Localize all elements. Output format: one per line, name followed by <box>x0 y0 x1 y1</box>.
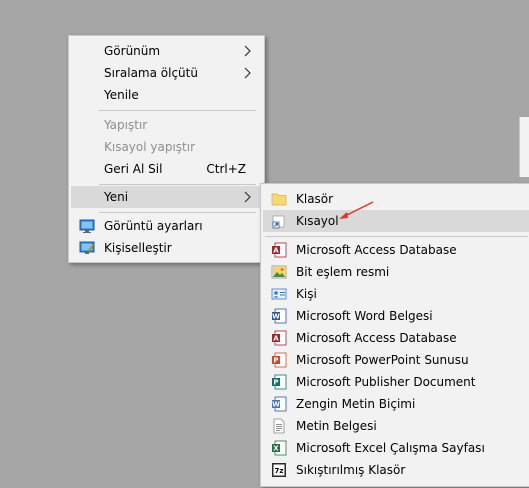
menu-item-personalize[interactable]: Kişiselleştir <box>71 237 262 259</box>
svg-text:X: X <box>273 445 279 453</box>
submenu-item-label: Bit eşlem resmi <box>296 265 390 279</box>
submenu-item-zip[interactable]: 7z Sıkıştırılmış Klasör <box>263 459 529 481</box>
svg-text:P: P <box>273 379 278 387</box>
menu-item-label: Kişiselleştir <box>104 241 172 255</box>
menu-item-undo-delete[interactable]: Geri Al Sil Ctrl+Z <box>71 158 262 180</box>
menu-item-display-settings[interactable]: Görüntü ayarları <box>71 215 262 237</box>
svg-text:A: A <box>273 335 279 343</box>
menu-item-label: Yenile <box>104 88 139 102</box>
chevron-right-icon <box>244 45 251 57</box>
chevron-right-icon <box>244 191 251 203</box>
submenu-item-access-2[interactable]: A Microsoft Access Database <box>263 327 529 349</box>
menu-item-new[interactable]: Yeni <box>71 186 262 208</box>
submenu-item-shortcut[interactable]: Kısayol <box>263 210 529 232</box>
publisher-icon: P <box>272 374 287 390</box>
svg-text:P: P <box>273 357 278 365</box>
menu-item-label: Sıralama ölçütü <box>104 66 198 80</box>
svg-text:7z: 7z <box>275 467 284 475</box>
submenu-item-label: Microsoft Access Database <box>296 331 457 345</box>
submenu-item-bitmap[interactable]: Bit eşlem resmi <box>263 261 529 283</box>
background-window-edge <box>519 117 529 177</box>
rtf-icon: W <box>272 396 287 412</box>
access-icon: A <box>272 330 287 346</box>
submenu-item-folder[interactable]: Klasör <box>263 188 529 210</box>
submenu-item-contact[interactable]: Kişi <box>263 283 529 305</box>
submenu-item-powerpoint[interactable]: P Microsoft PowerPoint Sunusu <box>263 349 529 371</box>
submenu-item-word[interactable]: W Microsoft Word Belgesi <box>263 305 529 327</box>
menu-item-paste[interactable]: Yapıştır <box>71 114 262 136</box>
svg-text:A: A <box>273 247 279 255</box>
menu-item-sort-by[interactable]: Sıralama ölçütü <box>71 62 262 84</box>
zip-folder-icon: 7z <box>272 463 286 477</box>
desktop-context-menu: Görünüm Sıralama ölçütü Yenile Yapıştır … <box>68 35 265 263</box>
menu-item-shortcut: Ctrl+Z <box>206 162 246 176</box>
menu-item-label: Görünüm <box>104 44 161 58</box>
chevron-right-icon <box>244 67 251 79</box>
bitmap-icon <box>271 265 287 279</box>
menu-item-paste-shortcut[interactable]: Kısayol yapıştır <box>71 136 262 158</box>
text-document-icon <box>273 418 285 434</box>
word-icon: W <box>272 308 287 324</box>
submenu-item-label: Klasör <box>296 192 334 206</box>
submenu-item-label: Microsoft Word Belgesi <box>296 309 433 323</box>
submenu-item-access[interactable]: A Microsoft Access Database <box>263 239 529 261</box>
submenu-item-text[interactable]: Metin Belgesi <box>263 415 529 437</box>
submenu-item-label: Zengin Metin Biçimi <box>296 397 416 411</box>
display-settings-icon <box>79 219 95 233</box>
submenu-item-label: Microsoft Publisher Document <box>296 375 476 389</box>
menu-item-label: Geri Al Sil <box>104 162 163 176</box>
submenu-item-label: Kişi <box>296 287 317 301</box>
submenu-item-label: Microsoft PowerPoint Sunusu <box>296 353 469 367</box>
menu-item-label: Kısayol yapıştır <box>104 140 196 154</box>
svg-text:W: W <box>272 313 280 321</box>
menu-item-label: Yapıştır <box>104 118 148 132</box>
submenu-item-label: Sıkıştırılmış Klasör <box>296 463 406 477</box>
shortcut-icon <box>272 215 285 229</box>
folder-icon <box>271 193 287 206</box>
powerpoint-icon: P <box>272 352 287 368</box>
svg-text:W: W <box>272 401 280 409</box>
new-submenu: Klasör Kısayol A Microsoft Access Databa… <box>260 183 529 487</box>
submenu-item-label: Kısayol <box>296 214 339 228</box>
submenu-item-rtf[interactable]: W Zengin Metin Biçimi <box>263 393 529 415</box>
menu-separator <box>265 236 528 237</box>
submenu-item-label: Microsoft Access Database <box>296 243 457 257</box>
submenu-item-label: Metin Belgesi <box>296 419 377 433</box>
menu-separator <box>99 110 256 111</box>
menu-item-label: Görüntü ayarları <box>104 219 203 233</box>
submenu-item-publisher[interactable]: P Microsoft Publisher Document <box>263 371 529 393</box>
submenu-item-label: Microsoft Excel Çalışma Sayfası <box>296 441 485 455</box>
submenu-item-excel[interactable]: X Microsoft Excel Çalışma Sayfası <box>263 437 529 459</box>
menu-separator <box>99 212 256 213</box>
menu-separator <box>99 184 256 185</box>
excel-icon: X <box>272 440 287 456</box>
annotation-arrow-icon <box>339 201 374 219</box>
menu-item-refresh[interactable]: Yenile <box>71 84 262 106</box>
contact-icon <box>271 288 287 300</box>
access-icon: A <box>272 242 287 258</box>
menu-item-view[interactable]: Görünüm <box>71 40 262 62</box>
personalize-icon <box>79 241 95 254</box>
menu-item-label: Yeni <box>104 190 129 204</box>
